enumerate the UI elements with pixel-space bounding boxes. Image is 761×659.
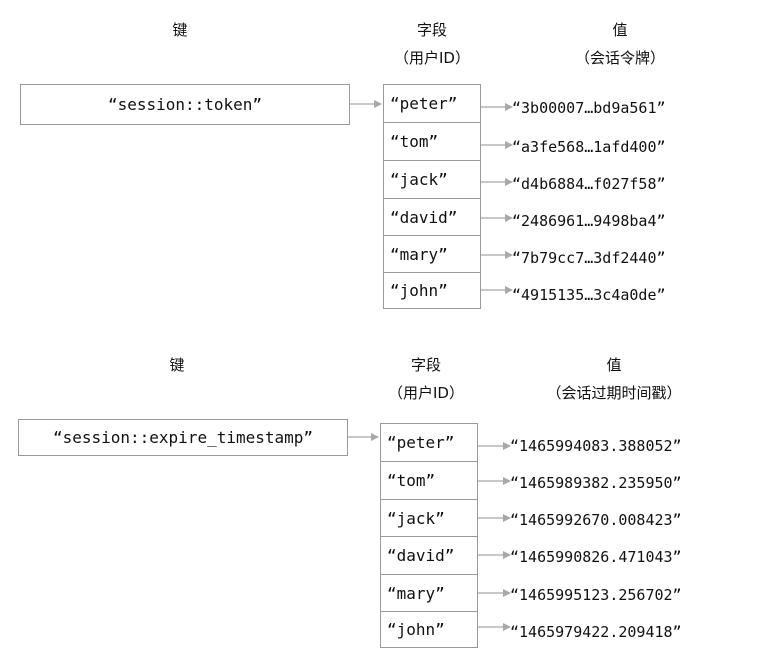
arrow-layer	[348, 100, 513, 631]
